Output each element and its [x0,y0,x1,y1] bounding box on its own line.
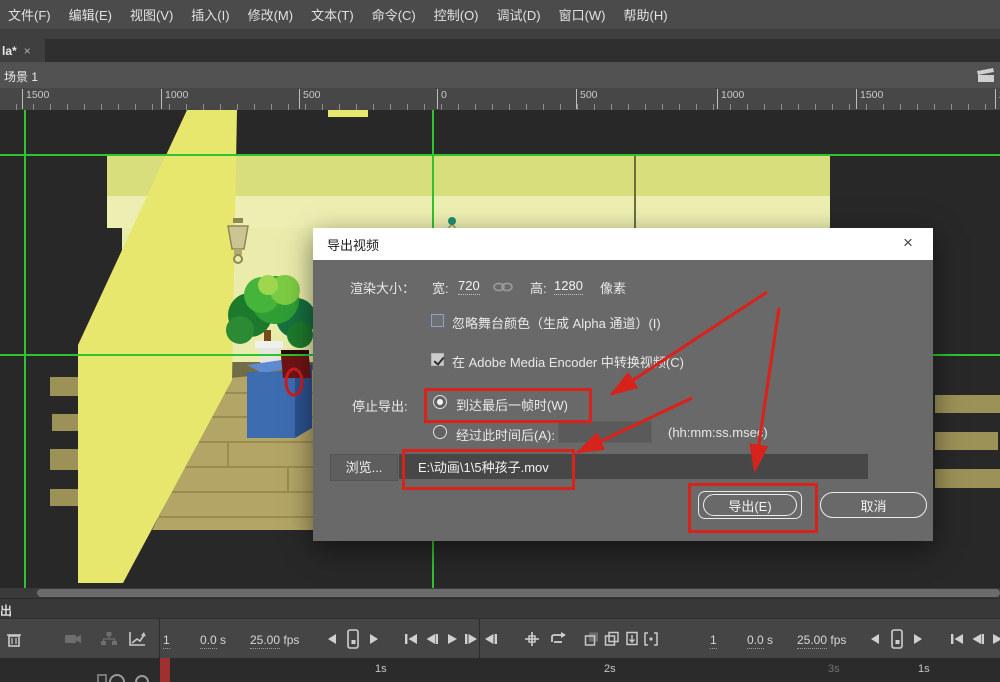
frame-number-hot-text[interactable]: 1 [163,633,170,649]
timeline-ruler[interactable]: 1s 2s 3s 1s [0,658,1000,682]
ignore-stage-color-checkbox[interactable] [431,314,444,327]
document-tab-label: la* [2,43,17,58]
time-mark: 2s [604,663,616,675]
menu-item-insert[interactable]: 插入(I) [191,5,229,24]
step-back-icon-2[interactable] [869,633,881,645]
annotation-box-path [402,449,575,490]
menu-item-edit[interactable]: 编辑(E) [69,5,112,24]
next-frame-icon[interactable] [464,633,478,645]
annotation-box-radio [424,388,592,423]
document-tab-bar: la* × [0,30,1000,62]
play-icon[interactable] [446,633,458,645]
menu-item-modify[interactable]: 修改(M) [248,5,294,24]
render-size-label: 渲染大小： [350,281,416,296]
close-icon[interactable]: × [24,44,31,58]
ruler-mark: 2 [995,89,1000,109]
clipped-tool-icons [95,672,165,682]
ruler-mark: 500 [299,89,321,109]
prev-frame-icon-2[interactable] [971,633,985,645]
width-value[interactable]: 720 [458,278,480,295]
onion-layers-icon[interactable] [100,631,118,647]
last-frame-icon[interactable] [484,633,498,645]
elapsed-time-radio-label[interactable]: 经过此时间后(A): [456,425,555,444]
camera-icon[interactable] [64,631,82,647]
frame-number-hot-text-2[interactable]: 1 [710,633,717,649]
fps-hot-text-2[interactable]: 25.00 fps [797,633,846,649]
frame-indicator-icon[interactable] [346,629,360,649]
ruler-mark: 0 [437,89,447,109]
stage-ruler: 1500 1000 500 0 500 1000 1500 2 [0,88,1000,110]
width-label: 宽: [432,281,449,296]
menu-item-debug[interactable]: 调试(D) [497,5,541,24]
annotation-box-export [688,483,818,533]
dialog-close-icon[interactable]: × [897,233,919,253]
browse-button[interactable]: 浏览... [330,454,398,481]
export-video-dialog: 导出视频 × 渲染大小： 宽: 720 高: 1280 像素 忽略舞台颜色（生成… [313,228,933,541]
prev-frame-icon[interactable] [425,633,439,645]
fps-hot-text[interactable]: 25.00 fps [250,633,299,649]
output-panel-tab[interactable]: 输出 [0,598,1000,619]
height-value[interactable]: 1280 [554,278,583,295]
ignore-stage-color-label[interactable]: 忽略舞台颜色（生成 Alpha 通道）(I) [452,313,661,332]
menu-item-command[interactable]: 命令(C) [372,5,416,24]
ruler-mark: 1000 [161,89,188,109]
copy-frames-icon[interactable] [604,631,620,647]
menu-item-file[interactable]: 文件(F) [8,5,51,24]
paste-frames-icon[interactable] [623,631,639,647]
play-icon-2[interactable] [991,633,1000,645]
timeline-toolbar: 1 0.0 s 25.00 fps 1 0.0 s 25.00 fps [0,618,1000,659]
step-forward-icon-2[interactable] [912,633,924,645]
elapsed-time-hot-text[interactable]: 0.0 s [200,633,226,649]
time-format-hint: (hh:mm:ss.msec) [668,425,768,440]
elapsed-time-hot-text-2[interactable]: 0.0 s [747,633,773,649]
dialog-title: 导出视频 [327,237,380,253]
center-frame-icon[interactable] [524,631,540,647]
document-tab[interactable]: la* × [0,39,45,62]
cancel-button[interactable]: 取消 [820,492,927,518]
scene-label[interactable]: 场景 1 [4,68,38,85]
dialog-title-bar[interactable]: 导出视频 × [313,228,933,260]
menu-bar: 文件(F) 编辑(E) 视图(V) 插入(I) 修改(M) 文本(T) 命令(C… [0,0,1000,30]
height-label: 高: [530,281,547,296]
pixels-unit-label: 像素 [600,281,627,296]
first-frame-icon[interactable] [404,633,418,645]
wall-ledges-right [935,395,1000,488]
menu-item-view[interactable]: 视图(V) [130,5,173,24]
graph-editor-icon[interactable] [128,631,146,647]
menu-item-window[interactable]: 窗口(W) [559,5,606,24]
menu-item-text[interactable]: 文本(T) [311,5,354,24]
frame-indicator-icon-2[interactable] [890,629,904,649]
convert-in-media-encoder-checkbox[interactable] [431,353,444,366]
elapsed-time-input[interactable] [558,421,652,443]
menu-item-control[interactable]: 控制(O) [434,5,479,24]
trash-icon[interactable] [6,631,22,647]
ruler-mark: 500 [576,89,598,109]
convert-in-media-encoder-label[interactable]: 在 Adobe Media Encoder 中转换视频(C) [452,352,684,371]
output-panel-label: 输出 [0,604,14,618]
ruler-mark: 1000 [717,89,744,109]
first-frame-icon-2[interactable] [950,633,964,645]
yellow-sliver [328,110,368,117]
elapsed-time-radio[interactable] [433,425,447,439]
scrollbar-thumb[interactable] [37,589,1000,597]
ruler-mark: 1500 [856,89,883,109]
horizontal-scrollbar[interactable] [0,588,1000,598]
tab-bar-empty-area [45,39,1000,62]
time-mark: 3s [828,663,840,675]
edit-scene-icon[interactable] [976,66,996,83]
scene-bar: 场景 1 [0,62,1000,89]
time-mark: 1s [375,663,387,675]
loop-icon[interactable] [548,631,566,647]
ruler-mark: 1500 [22,89,49,109]
step-back-icon[interactable] [326,633,338,645]
time-mark: 1s [918,663,930,675]
duplicate-frames-icon[interactable] [584,631,600,647]
step-forward-icon[interactable] [368,633,380,645]
stop-export-label: 停止导出: [352,399,408,414]
link-icon[interactable] [493,282,513,292]
span-selection-icon[interactable] [643,631,659,647]
dialog-body: 渲染大小： 宽: 720 高: 1280 像素 忽略舞台颜色（生成 Alpha … [313,260,933,541]
menu-item-help[interactable]: 帮助(H) [624,5,668,24]
